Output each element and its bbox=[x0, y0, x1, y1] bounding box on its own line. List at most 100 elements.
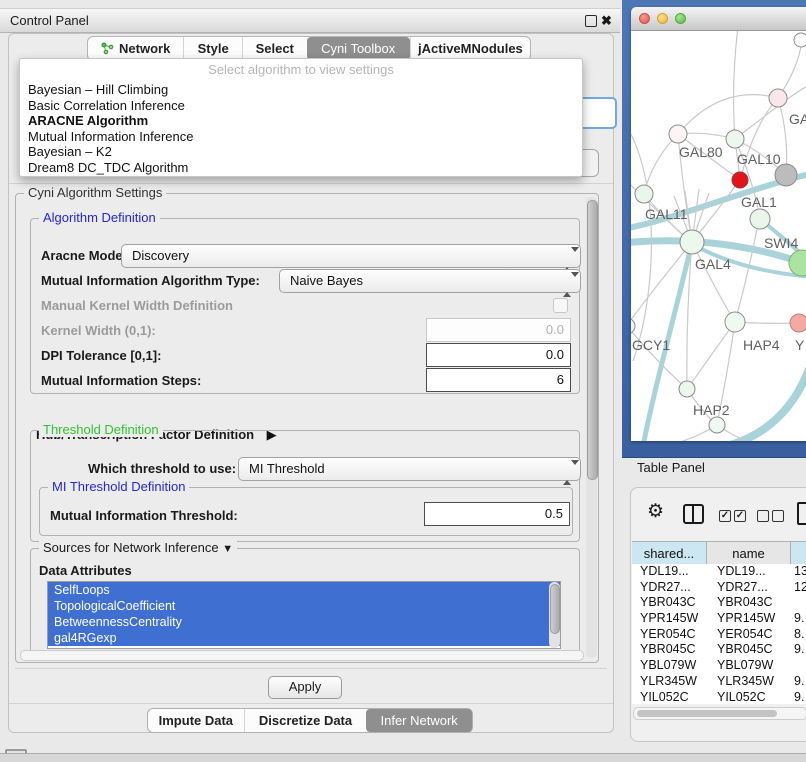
table-row[interactable]: YIL052CYIL052C9. bbox=[632, 690, 806, 705]
dpi-tolerance-input[interactable]: 0.0 bbox=[426, 343, 571, 367]
settings-scrollbar-thumb[interactable] bbox=[587, 200, 598, 480]
table-hscrollbar-thumb[interactable] bbox=[637, 710, 777, 717]
tab-select[interactable]: Select bbox=[242, 37, 307, 60]
screenshot-root: Control Panel ✖ Network Style Select bbox=[0, 0, 806, 762]
node-label: SWI4 bbox=[764, 235, 798, 251]
checked-checkbox-icon[interactable]: ✓ bbox=[719, 510, 731, 522]
dropdown-option[interactable]: Bayesian – K2 bbox=[20, 144, 582, 160]
dropdown-option[interactable]: Basic Correlation Inference bbox=[20, 98, 582, 114]
mi-type-label: Mutual Information Algorithm Type: bbox=[41, 273, 260, 288]
mi-threshold-input[interactable]: 0.5 bbox=[424, 502, 570, 526]
which-threshold-label: Which threshold to use: bbox=[88, 461, 236, 476]
network-view-frame: GAL GAL80 GAL10 GAL1 GAL11 SWI4 GAL4 GCY… bbox=[622, 0, 806, 458]
threshold-definition-group: Threshold Definition Which threshold to … bbox=[30, 430, 580, 542]
table-row[interactable]: YPR145WYPR145W9. bbox=[632, 611, 806, 627]
tab-network[interactable]: Network bbox=[88, 37, 183, 60]
node[interactable] bbox=[775, 164, 797, 186]
window-minimize-icon[interactable] bbox=[657, 13, 668, 24]
unchecked-checkbox-icon[interactable] bbox=[772, 510, 784, 522]
settings-hscrollbar[interactable] bbox=[20, 650, 584, 661]
tab-network-label: Network bbox=[119, 41, 170, 56]
table-row[interactable]: YDR27...YDR27...12 bbox=[632, 580, 806, 596]
window-zoom-icon[interactable] bbox=[675, 13, 686, 24]
node-gcy1[interactable] bbox=[631, 318, 635, 334]
close-icon[interactable]: ✖ bbox=[601, 9, 612, 32]
tab-jactivemnodules[interactable]: jActiveMNodules bbox=[410, 37, 530, 60]
edge bbox=[734, 31, 738, 138]
threshold-definition-title: Threshold Definition bbox=[39, 422, 163, 437]
float-window-icon[interactable] bbox=[585, 15, 597, 27]
aracne-mode-select[interactable]: Discovery bbox=[121, 244, 581, 268]
table-row[interactable]: YBL079WYBL079W bbox=[632, 658, 806, 674]
dropdown-option-highlighted[interactable]: ARACNE Algorithm bbox=[20, 113, 582, 129]
mi-type-select[interactable]: Naive Bayes bbox=[279, 269, 581, 293]
stepper-icon bbox=[563, 462, 571, 483]
table-row[interactable]: YBR045CYBR045C9. bbox=[632, 642, 806, 658]
node[interactable] bbox=[790, 314, 806, 332]
panel-title: Control Panel bbox=[10, 9, 89, 32]
list-item-selected[interactable]: BetweennessCentrality bbox=[48, 614, 560, 630]
node[interactable] bbox=[769, 89, 787, 107]
list-scrollbar-track[interactable] bbox=[549, 582, 560, 648]
document-icon[interactable] bbox=[797, 502, 806, 525]
dropdown-option[interactable]: Mutual Information Inference bbox=[20, 129, 582, 145]
algorithm-dropdown: Select algorithm to view settings Bayesi… bbox=[19, 58, 583, 177]
tab-infer-network[interactable]: Infer Network bbox=[366, 709, 472, 732]
node-gal11[interactable] bbox=[635, 185, 653, 203]
sources-group-title[interactable]: Sources for Network Inference ▼ bbox=[39, 540, 237, 555]
node-label: GAL10 bbox=[737, 151, 781, 167]
table-panel-title: Table Panel bbox=[637, 460, 705, 475]
table-rows: YDL19...YDL19...13 YDR27...YDR27...12 YB… bbox=[632, 564, 806, 704]
list-item-selected[interactable]: SelfLoops bbox=[48, 582, 560, 598]
node-hap2[interactable] bbox=[679, 381, 695, 397]
node[interactable] bbox=[789, 250, 806, 276]
dropdown-option[interactable]: Dream8 DC_TDC Algorithm bbox=[20, 160, 582, 176]
aracne-mode-label: Aracne Mode: bbox=[41, 248, 127, 263]
obscured-combo-fragment bbox=[577, 97, 617, 129]
kernel-width-label: Kernel Width (0,1): bbox=[41, 323, 156, 338]
tab-discretize-data[interactable]: Discretize Data bbox=[244, 709, 367, 732]
list-item-selected[interactable]: gal4RGexp bbox=[48, 630, 560, 646]
table-row[interactable]: YER054CYER054C8. bbox=[632, 627, 806, 643]
control-panel-titlebar: Control Panel ✖ bbox=[0, 8, 620, 33]
which-threshold-select[interactable]: MI Threshold bbox=[238, 457, 581, 481]
node-hap4[interactable] bbox=[725, 312, 745, 332]
node-gal4[interactable] bbox=[680, 230, 704, 254]
window-close-icon[interactable] bbox=[639, 13, 650, 24]
table-row[interactable]: YLR345WYLR345W9. bbox=[632, 674, 806, 690]
network-canvas[interactable]: GAL GAL80 GAL10 GAL1 GAL11 SWI4 GAL4 GCY… bbox=[631, 31, 806, 441]
checked-checkbox-icon[interactable]: ✓ bbox=[734, 510, 746, 522]
dpi-tolerance-label: DPI Tolerance [0,1]: bbox=[41, 348, 161, 363]
node-swi4[interactable] bbox=[750, 209, 770, 229]
split-columns-icon[interactable] bbox=[683, 504, 704, 524]
control-panel-body: Network Style Select Cyni Toolbox jActiv… bbox=[8, 33, 614, 733]
apply-button[interactable]: Apply bbox=[268, 676, 342, 699]
node-gal10[interactable] bbox=[726, 130, 744, 148]
tab-cyni-toolbox[interactable]: Cyni Toolbox bbox=[307, 37, 410, 60]
node-label: GAL80 bbox=[679, 144, 723, 160]
dropdown-option[interactable]: Bayesian – Hill Climbing bbox=[20, 82, 582, 98]
tab-style[interactable]: Style bbox=[183, 37, 242, 60]
node[interactable] bbox=[709, 417, 725, 433]
manual-kernel-checkbox[interactable] bbox=[553, 298, 568, 313]
node-gal1-selected[interactable] bbox=[732, 172, 748, 188]
table-row[interactable]: YBR043CYBR043C bbox=[632, 595, 806, 611]
column-header-partial[interactable] bbox=[791, 542, 806, 564]
bottom-tabbar: Impute Data Discretize Data Infer Networ… bbox=[147, 708, 473, 733]
node[interactable] bbox=[794, 33, 806, 47]
edge bbox=[688, 322, 735, 388]
table-hscrollbar-track[interactable] bbox=[633, 707, 806, 720]
list-scrollbar-thumb[interactable] bbox=[550, 584, 560, 634]
column-header-shared-name[interactable]: shared... bbox=[632, 542, 707, 564]
tab-impute-data[interactable]: Impute Data bbox=[148, 709, 244, 732]
gear-icon[interactable]: ⚙ bbox=[647, 500, 664, 523]
node-gal80[interactable] bbox=[669, 125, 687, 143]
unchecked-checkbox-icon[interactable] bbox=[757, 510, 769, 522]
list-item-selected[interactable]: TopologicalCoefficient bbox=[48, 598, 560, 614]
manual-kernel-label: Manual Kernel Width Definition bbox=[41, 298, 233, 313]
mi-steps-input[interactable]: 6 bbox=[426, 368, 571, 392]
table-row[interactable]: YDL19...YDL19...13 bbox=[632, 564, 806, 580]
settings-scrollbar-track[interactable] bbox=[586, 197, 597, 658]
column-header-name[interactable]: name bbox=[707, 542, 791, 564]
node-label: GAL1 bbox=[741, 194, 777, 210]
